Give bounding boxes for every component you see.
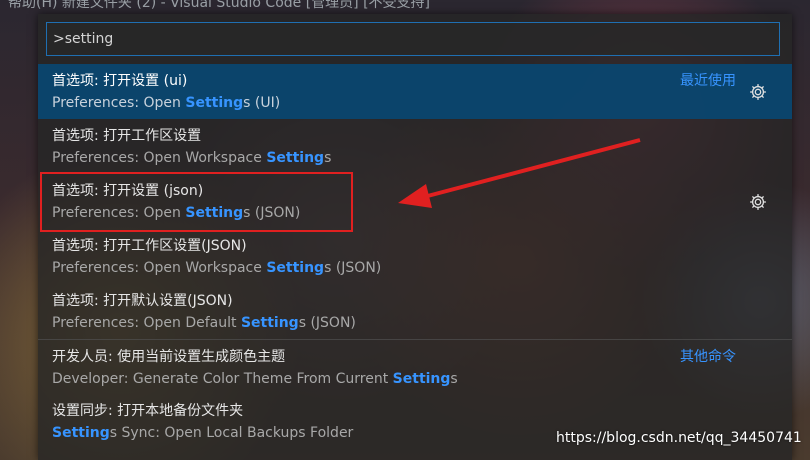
result-item-open-workspace-settings-json[interactable]: 首选项: 打开工作区设置(JSON) Preferences: Open Wor…: [38, 229, 792, 284]
match-highlight: Setting: [52, 425, 110, 441]
result-detail: Preferences: Open Settings (JSON): [52, 205, 301, 221]
result-item-open-workspace-settings[interactable]: 首选项: 打开工作区设置 Preferences: Open Workspace…: [38, 119, 792, 174]
command-search-input[interactable]: [47, 23, 779, 55]
command-input-container[interactable]: [46, 22, 780, 56]
result-label: 首选项: 打开设置 (json): [52, 183, 204, 199]
gear-icon[interactable]: [748, 82, 768, 102]
results-list: 首选项: 打开设置 (ui) Preferences: Open Setting…: [38, 64, 792, 449]
result-item-open-settings-json[interactable]: 首选项: 打开设置 (json) Preferences: Open Setti…: [38, 174, 792, 229]
window-title-bar: 帮助(H) 新建文件夹 (2) - Visual Studio Code [管理…: [8, 0, 431, 11]
result-detail: Preferences: Open Workspace Settings: [52, 150, 332, 166]
result-detail: Preferences: Open Workspace Settings (JS…: [52, 260, 382, 276]
match-highlight: Setting: [266, 260, 325, 276]
result-label: 首选项: 打开默认设置(JSON): [52, 293, 233, 309]
match-highlight: Setting: [185, 95, 244, 111]
result-detail: Developer: Generate Color Theme From Cur…: [52, 371, 458, 387]
result-label: 首选项: 打开设置 (ui): [52, 73, 188, 89]
match-highlight: Setting: [240, 315, 299, 331]
other-commands-tag: 其他命令: [680, 349, 736, 365]
result-label: 首选项: 打开工作区设置(JSON): [52, 238, 247, 254]
match-highlight: Setting: [392, 371, 451, 387]
match-highlight: Setting: [185, 205, 244, 221]
result-label: 首选项: 打开工作区设置: [52, 128, 202, 144]
result-detail: Preferences: Open Default Settings (JSON…: [52, 315, 356, 331]
command-palette: 首选项: 打开设置 (ui) Preferences: Open Setting…: [38, 14, 792, 460]
result-detail: Preferences: Open Settings (UI): [52, 95, 281, 111]
recently-used-tag: 最近使用: [680, 73, 736, 89]
result-item-open-default-settings-json[interactable]: 首选项: 打开默认设置(JSON) Preferences: Open Defa…: [38, 284, 792, 339]
gear-icon[interactable]: [748, 192, 768, 212]
result-detail: Settings Sync: Open Local Backups Folder: [52, 425, 354, 441]
watermark: https://blog.csdn.net/qq_34450741: [556, 430, 802, 446]
result-label: 设置同步: 打开本地备份文件夹: [52, 403, 244, 419]
match-highlight: Setting: [266, 150, 325, 166]
result-item-generate-color-theme[interactable]: 开发人员: 使用当前设置生成颜色主题 Developer: Generate C…: [38, 339, 792, 394]
result-item-open-settings-ui[interactable]: 首选项: 打开设置 (ui) Preferences: Open Setting…: [38, 64, 792, 119]
result-label: 开发人员: 使用当前设置生成颜色主题: [52, 349, 286, 365]
